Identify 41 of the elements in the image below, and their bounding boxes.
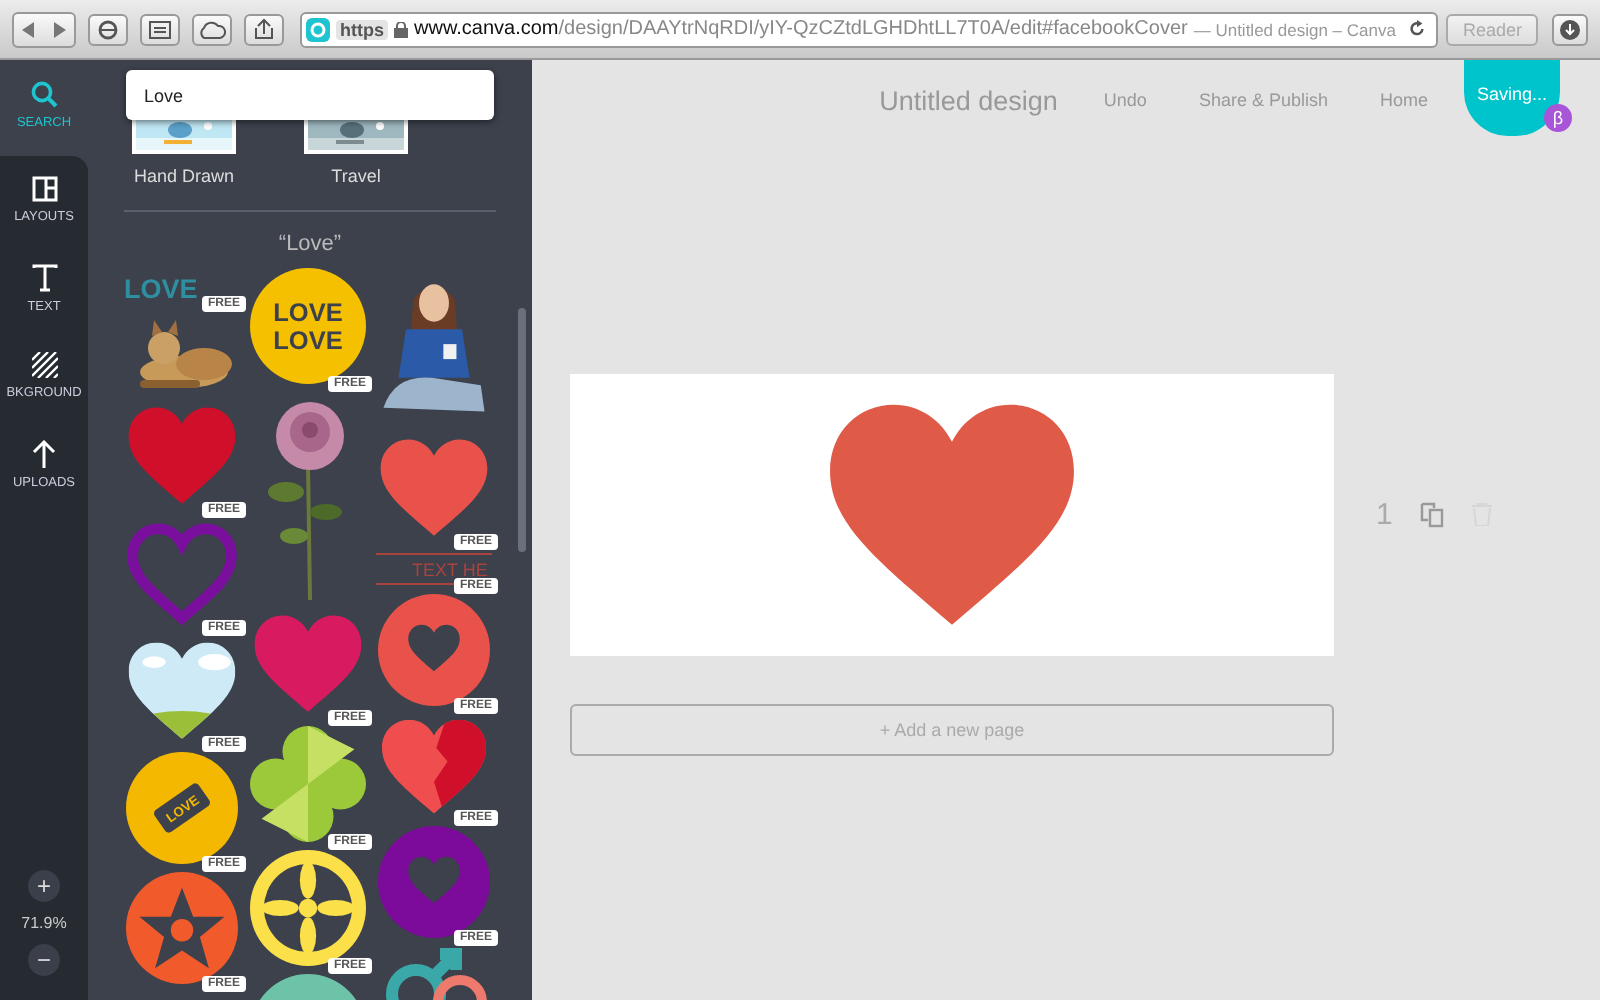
copy-icon[interactable] [1420, 501, 1445, 527]
cloud-icon [198, 19, 226, 39]
search-field[interactable]: Love [126, 70, 494, 120]
https-label: https [336, 19, 388, 39]
text-icon [31, 263, 57, 291]
book-icon [148, 19, 172, 39]
reading-list-button[interactable] [140, 13, 180, 45]
zoom-out-button[interactable]: − [28, 944, 60, 976]
url-path: /design/DAAYtrNqRDI/yIY-QzCZtdLGHDhtLL7T0A/edit#facebookCover [558, 18, 1188, 40]
search-icon [30, 79, 58, 107]
heart-graphic[interactable] [824, 402, 1080, 630]
page-number: 1 [1376, 497, 1393, 531]
lock-icon [394, 21, 408, 37]
share-button[interactable] [244, 13, 284, 45]
results-heading: “Love” [276, 232, 344, 256]
category-label: Hand Drawn [133, 166, 235, 186]
reload-icon[interactable] [1408, 20, 1427, 38]
sync-button[interactable] [88, 13, 128, 45]
beta-badge: β [1544, 104, 1572, 132]
category-label: Travel [331, 166, 381, 186]
page-title: — Untitled design – Canva [1193, 19, 1396, 39]
zoom-level: 71.9% [21, 914, 67, 932]
site-icon [306, 17, 330, 41]
back-forward-button[interactable] [12, 11, 76, 47]
layout-icon [31, 176, 57, 202]
address-field[interactable]: https www.canva.com/design/DAAYtrNqRDI/yIY-QzCZtdLGHDhtLL7T0A/edit#facebookCover — Untitled design – Canva [300, 11, 1439, 47]
share-icon [252, 17, 276, 41]
heart-circle-graphic[interactable] [376, 594, 492, 706]
url-host: www.canva.com [414, 18, 559, 40]
saving-status: Saving... [1476, 84, 1548, 108]
clover-graphic[interactable] [250, 726, 366, 842]
star-circle-graphic[interactable] [124, 872, 240, 984]
upload-icon [32, 439, 56, 467]
downloads-button[interactable] [1552, 13, 1588, 45]
design-page[interactable] [570, 374, 1334, 656]
scrollbar[interactable] [518, 308, 526, 552]
stripes-icon [31, 352, 57, 378]
cloud-button[interactable] [192, 13, 232, 45]
zoom-in-button[interactable]: + [28, 870, 60, 902]
download-icon [1560, 19, 1580, 39]
flower-circle-graphic[interactable] [250, 850, 366, 966]
